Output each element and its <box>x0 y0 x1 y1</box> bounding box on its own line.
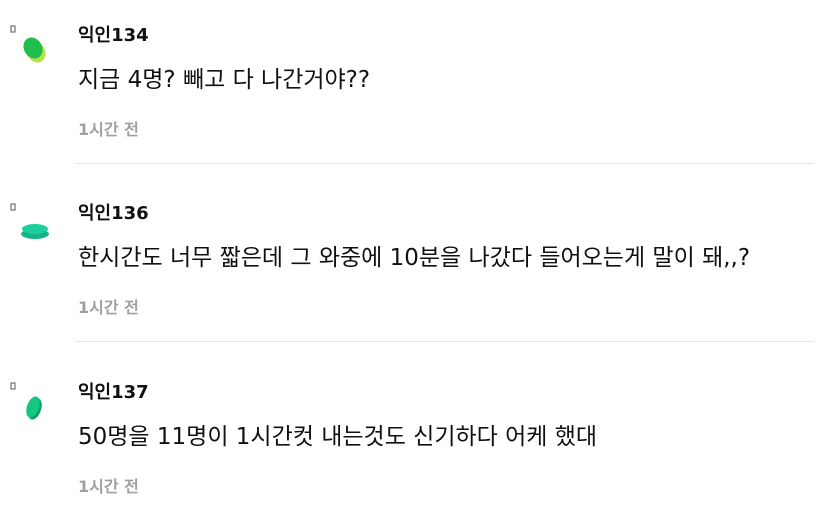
green-leaf-avatar-icon[interactable] <box>8 380 52 428</box>
comment-text: 한시간도 너무 짧은데 그 와중에 10분을 나갔다 들어오는게 말이 돼,,? <box>78 245 751 271</box>
green-blob-avatar-icon[interactable] <box>8 23 52 71</box>
comment-text: 50명을 11명이 1시간컷 내는것도 신기하다 어케 했대 <box>78 424 598 450</box>
comment-thread: 익인134 지금 4명? 빼고 다 나간거야?? 1시간 전 익인136 한시간… <box>0 0 828 515</box>
comment-item: 익인134 지금 4명? 빼고 다 나간거야?? 1시간 전 <box>0 0 828 178</box>
comment-text: 지금 4명? 빼고 다 나간거야?? <box>78 67 371 93</box>
comment-item: 익인137 50명을 11명이 1시간컷 내는것도 신기하다 어케 했대 1시간… <box>0 357 828 515</box>
comment-author[interactable]: 익인136 <box>78 201 149 227</box>
comment-divider <box>76 341 814 342</box>
comment-timestamp: 1시간 전 <box>78 477 139 496</box>
comment-timestamp: 1시간 전 <box>78 298 139 317</box>
comment-timestamp: 1시간 전 <box>78 120 139 139</box>
teal-disc-avatar-icon[interactable] <box>8 201 52 249</box>
comment-author[interactable]: 익인134 <box>78 23 149 49</box>
comment-author[interactable]: 익인137 <box>78 380 149 406</box>
comment-item: 익인136 한시간도 너무 짧은데 그 와중에 10분을 나갔다 들어오는게 말… <box>0 178 828 356</box>
comment-divider <box>76 163 814 164</box>
